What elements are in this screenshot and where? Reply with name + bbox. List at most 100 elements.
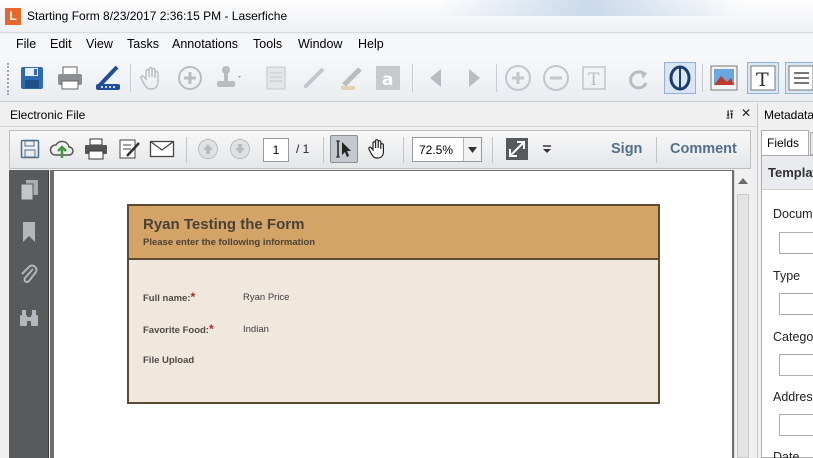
close-icon[interactable]: ✕ bbox=[741, 106, 751, 120]
toolbar-separator bbox=[323, 137, 324, 163]
svg-text:T: T bbox=[756, 69, 769, 91]
metadata-title: Metadata bbox=[764, 108, 813, 122]
toolbar-separator bbox=[496, 64, 497, 92]
laserfiche-window: L Starting Form 8/23/2017 2:36:15 PM - L… bbox=[0, 0, 813, 458]
toolbar-separator bbox=[656, 137, 657, 163]
previous-icon[interactable] bbox=[420, 62, 452, 94]
date-label: Date bbox=[773, 450, 800, 458]
vertical-scrollbar[interactable] bbox=[734, 170, 751, 458]
search-binoculars-icon[interactable] bbox=[17, 306, 41, 330]
address-label: Address bbox=[773, 390, 813, 404]
full-name-label: Full name:* bbox=[143, 290, 195, 304]
electronic-file-title: Electronic File bbox=[10, 108, 86, 122]
tab-fields[interactable]: Fields bbox=[761, 130, 809, 156]
bookmark-icon[interactable] bbox=[17, 220, 41, 244]
file-upload-label-text: File Upload bbox=[143, 355, 195, 366]
favorite-food-label-text: Favorite Food: bbox=[143, 325, 209, 336]
form-container: Ryan Testing the Form Please enter the f… bbox=[127, 204, 660, 404]
laserfiche-logo-icon[interactable]: L bbox=[5, 8, 21, 25]
tab-fields-label: Fields bbox=[767, 136, 800, 150]
document-viewport[interactable]: Ryan Testing the Form Please enter the f… bbox=[50, 170, 734, 458]
scrollbar-thumb[interactable] bbox=[737, 194, 749, 458]
title-bar[interactable]: L Starting Form 8/23/2017 2:36:15 PM - L… bbox=[0, 0, 813, 33]
next-icon[interactable] bbox=[458, 62, 490, 94]
select-tool-icon[interactable] bbox=[330, 135, 358, 163]
text-icon[interactable]: T bbox=[578, 62, 610, 94]
menu-tasks[interactable]: Tasks bbox=[127, 37, 159, 51]
image-view-icon[interactable] bbox=[708, 62, 740, 94]
toolbar-separator bbox=[403, 137, 404, 163]
zoom-value: 72.5% bbox=[419, 143, 454, 157]
scan-icon[interactable] bbox=[92, 62, 124, 94]
print-icon[interactable] bbox=[54, 62, 86, 94]
pen-icon[interactable] bbox=[298, 62, 330, 94]
toolbar-separator bbox=[186, 137, 187, 163]
page-icon[interactable] bbox=[260, 62, 292, 94]
metadata-panel: Metadata Fields Template Document Type C… bbox=[757, 103, 813, 458]
ocr-icon[interactable] bbox=[664, 62, 696, 94]
stamp-icon[interactable] bbox=[212, 62, 244, 94]
template-section-header[interactable]: Template bbox=[762, 156, 813, 190]
menu-file[interactable]: File bbox=[16, 37, 36, 51]
plus-icon[interactable] bbox=[502, 62, 534, 94]
upload-cloud-icon[interactable] bbox=[48, 135, 76, 163]
category-field[interactable] bbox=[779, 354, 813, 376]
document-label: Document bbox=[773, 207, 813, 221]
zoom-in-icon[interactable] bbox=[174, 62, 206, 94]
menu-help[interactable]: Help bbox=[358, 37, 384, 51]
list-view-icon[interactable] bbox=[785, 62, 813, 94]
text-box-icon[interactable]: a bbox=[372, 62, 404, 94]
toolbar-separator bbox=[492, 137, 493, 163]
hand-icon[interactable] bbox=[136, 62, 168, 94]
previous-page-icon[interactable] bbox=[194, 135, 222, 163]
menu-annotations[interactable]: Annotations bbox=[172, 37, 238, 51]
chevron-down-icon[interactable] bbox=[463, 138, 481, 161]
required-marker: * bbox=[208, 322, 214, 336]
pdf-save-icon[interactable] bbox=[16, 135, 44, 163]
type-field[interactable] bbox=[779, 293, 813, 315]
highlighter-icon[interactable] bbox=[336, 62, 368, 94]
electronic-file-panel-header: Electronic File ⭿ ✕ bbox=[0, 103, 757, 127]
document-field[interactable] bbox=[779, 232, 813, 254]
email-icon[interactable] bbox=[148, 135, 176, 163]
toolbar-grip[interactable] bbox=[7, 63, 11, 95]
address-field[interactable] bbox=[779, 414, 813, 436]
pin-icon[interactable]: ⭿ bbox=[726, 106, 734, 127]
full-name-value[interactable]: Ryan Price bbox=[243, 292, 289, 303]
comment-button[interactable]: Comment bbox=[670, 141, 737, 157]
pdf-hand-icon[interactable] bbox=[364, 135, 392, 163]
menu-view[interactable]: View bbox=[86, 37, 113, 51]
file-upload-label: File Upload bbox=[143, 355, 194, 366]
scroll-up-icon[interactable] bbox=[738, 178, 748, 184]
menu-window[interactable]: Window bbox=[298, 37, 342, 51]
template-section-title: Template bbox=[768, 165, 813, 180]
form-header: Ryan Testing the Form Please enter the f… bbox=[129, 206, 658, 260]
next-page-icon[interactable] bbox=[226, 135, 254, 163]
minus-icon[interactable] bbox=[540, 62, 572, 94]
toolbar-separator bbox=[412, 64, 413, 92]
svg-text:a: a bbox=[382, 70, 393, 90]
zoom-select[interactable]: 72.5% bbox=[412, 137, 482, 162]
redo-icon[interactable] bbox=[622, 62, 654, 94]
menu-bar: File Edit View Tasks Annotations Tools W… bbox=[0, 34, 813, 55]
edit-document-icon[interactable] bbox=[116, 135, 144, 163]
menu-tools[interactable]: Tools bbox=[253, 37, 282, 51]
pdf-page: Ryan Testing the Form Please enter the f… bbox=[54, 171, 732, 458]
full-name-label-text: Full name: bbox=[143, 293, 191, 304]
attachment-icon[interactable] bbox=[17, 262, 41, 286]
type-label: Type bbox=[773, 269, 801, 283]
fit-page-icon[interactable] bbox=[503, 135, 531, 163]
favorite-food-value[interactable]: Indian bbox=[243, 324, 269, 335]
page-number-input[interactable]: 1 bbox=[263, 138, 289, 162]
page-thumbnails-icon[interactable] bbox=[17, 178, 41, 202]
svg-text:T: T bbox=[588, 70, 600, 90]
category-label: Category bbox=[773, 330, 813, 344]
save-icon[interactable] bbox=[16, 62, 48, 94]
toolbar-separator bbox=[130, 64, 131, 92]
sign-button[interactable]: Sign bbox=[611, 141, 642, 157]
more-tools-icon[interactable] bbox=[533, 135, 561, 163]
pdf-print-icon[interactable] bbox=[82, 135, 110, 163]
text-view-icon[interactable]: T bbox=[747, 62, 779, 94]
title-bar-glow bbox=[440, 0, 740, 16]
menu-edit[interactable]: Edit bbox=[50, 37, 72, 51]
